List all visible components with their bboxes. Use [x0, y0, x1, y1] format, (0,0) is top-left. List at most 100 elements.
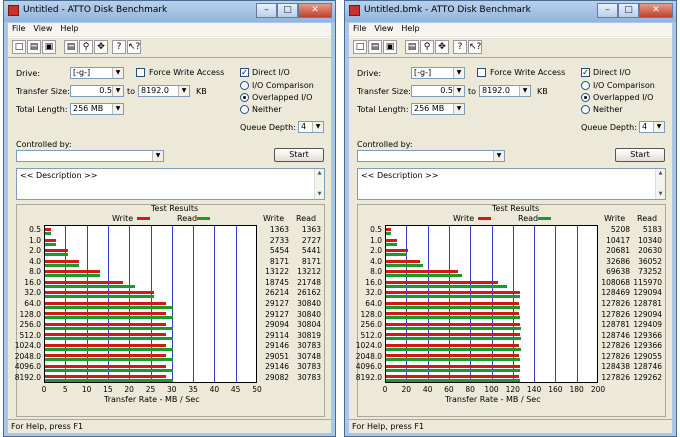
menu-view[interactable]: View	[370, 23, 397, 36]
scroll-down-icon[interactable]: ▼	[656, 190, 665, 199]
save-icon[interactable]: ▣	[42, 40, 56, 54]
description-box[interactable]: << Description >> ▲ ▼	[357, 168, 666, 200]
queue-depth-select[interactable]: 4 ▼	[639, 121, 665, 133]
menu-help[interactable]: Help	[56, 23, 82, 36]
close-button[interactable]: ✕	[298, 3, 332, 18]
drive-select[interactable]: [-g-] ▼	[411, 67, 465, 79]
scroll-down-icon[interactable]: ▼	[315, 190, 324, 199]
print-icon[interactable]: ▤	[64, 40, 78, 54]
new-icon[interactable]: □	[12, 40, 26, 54]
x-tick-label: 80	[465, 385, 475, 394]
transfer-size-to-select[interactable]: 8192.0 ▼	[479, 85, 531, 97]
drive-select[interactable]: [-g-] ▼	[70, 67, 124, 79]
start-button[interactable]: Start	[274, 148, 324, 162]
read-bar	[386, 379, 521, 383]
kb-label: KB	[196, 87, 207, 96]
x-tick-label: 50	[252, 385, 262, 394]
column-read-header: Read	[296, 214, 317, 223]
total-length-label: Total Length:	[357, 105, 409, 114]
force-write-checkbox[interactable]	[136, 68, 145, 77]
read-bar	[386, 316, 521, 320]
new-icon[interactable]: □	[353, 40, 367, 54]
about-icon[interactable]: ?	[453, 40, 467, 54]
write-value: 128781	[601, 320, 630, 330]
controlled-by-select[interactable]: ▼	[16, 150, 164, 162]
write-bar	[386, 270, 459, 274]
open-icon[interactable]: ▤	[368, 40, 382, 54]
menu-bar: File View Help	[8, 23, 331, 36]
minimize-button[interactable]: –	[597, 3, 618, 18]
total-length-select[interactable]: 256 MB ▼	[411, 103, 465, 115]
read-bar	[45, 379, 174, 383]
title-bar[interactable]: Untitled.bmk - ATTO Disk Benchmark – □ ✕	[345, 1, 676, 22]
menu-view[interactable]: View	[29, 23, 56, 36]
controlled-by-select[interactable]: ▼	[357, 150, 505, 162]
context-help-icon[interactable]: ↖?	[468, 40, 482, 54]
radio-overlapped-io[interactable]	[240, 93, 249, 102]
maximize-button[interactable]: □	[618, 3, 639, 18]
x-tick-label: 60	[444, 385, 454, 394]
menu-file[interactable]: File	[349, 23, 370, 36]
transfer-size-from-select[interactable]: 0.5 ▼	[411, 85, 465, 97]
direct-io-checkbox[interactable]: ✓	[581, 68, 590, 77]
radio-io-comparison[interactable]	[581, 81, 590, 90]
column-write-header: Write	[263, 214, 285, 223]
open-icon[interactable]: ▤	[27, 40, 41, 54]
total-length-select[interactable]: 256 MB ▼	[70, 103, 124, 115]
read-bar	[45, 305, 174, 309]
about-icon[interactable]: ?	[112, 40, 126, 54]
y-tick-label: 1024.0	[14, 341, 41, 351]
x-tick-label: 0	[382, 385, 388, 394]
start-button[interactable]: Start	[615, 148, 665, 162]
write-value: 29127	[265, 309, 289, 319]
description-scrollbar[interactable]: ▲ ▼	[655, 169, 665, 199]
print-preview-icon[interactable]: ⚲	[79, 40, 93, 54]
legend-write-swatch	[137, 217, 150, 220]
read-bar	[45, 253, 68, 257]
y-tick-label: 1.0	[370, 235, 382, 245]
chevron-down-icon: ▼	[519, 86, 530, 96]
close-button[interactable]: ✕	[639, 3, 673, 18]
read-value: 20630	[638, 246, 662, 256]
menu-file[interactable]: File	[8, 23, 29, 36]
minimize-button[interactable]: –	[256, 3, 277, 18]
radio-neither[interactable]	[581, 105, 590, 114]
title-bar[interactable]: Untitled - ATTO Disk Benchmark – □ ✕	[4, 1, 335, 22]
transfer-size-label: Transfer Size:	[16, 87, 70, 96]
write-bar	[386, 280, 499, 284]
read-value: 30840	[297, 309, 321, 319]
write-bar	[45, 354, 166, 358]
status-bar: For Help, press F1	[349, 419, 672, 433]
radio-io-comparison[interactable]	[240, 81, 249, 90]
write-bar	[386, 375, 519, 379]
write-value: 5454	[269, 246, 289, 256]
description-scrollbar[interactable]: ▲ ▼	[314, 169, 324, 199]
maximize-button[interactable]: □	[277, 3, 298, 18]
transfer-size-to-select[interactable]: 8192.0 ▼	[138, 85, 190, 97]
transfer-size-from-select[interactable]: 0.5 ▼	[70, 85, 124, 97]
radio-overlapped-io[interactable]	[581, 93, 590, 102]
write-bar	[45, 375, 166, 379]
menu-help[interactable]: Help	[397, 23, 423, 36]
direct-io-label: Direct I/O	[252, 68, 290, 77]
force-write-checkbox[interactable]	[477, 68, 486, 77]
print-preview-icon[interactable]: ⚲	[420, 40, 434, 54]
queue-depth-select[interactable]: 4 ▼	[298, 121, 324, 133]
move-icon[interactable]: ✥	[435, 40, 449, 54]
move-icon[interactable]: ✥	[94, 40, 108, 54]
read-bar	[386, 368, 520, 372]
save-icon[interactable]: ▣	[383, 40, 397, 54]
write-bar	[45, 259, 79, 263]
write-value: 26214	[265, 288, 289, 298]
description-box[interactable]: << Description >> ▲ ▼	[16, 168, 325, 200]
print-icon[interactable]: ▤	[405, 40, 419, 54]
radio-neither[interactable]	[240, 105, 249, 114]
write-bar	[386, 249, 408, 253]
read-value: 30840	[297, 299, 321, 308]
direct-io-checkbox[interactable]: ✓	[240, 68, 249, 77]
y-tick-label: 32.0	[24, 288, 41, 298]
context-help-icon[interactable]: ↖?	[127, 40, 141, 54]
write-bar	[45, 333, 167, 337]
scroll-up-icon[interactable]: ▲	[315, 169, 324, 178]
scroll-up-icon[interactable]: ▲	[656, 169, 665, 178]
